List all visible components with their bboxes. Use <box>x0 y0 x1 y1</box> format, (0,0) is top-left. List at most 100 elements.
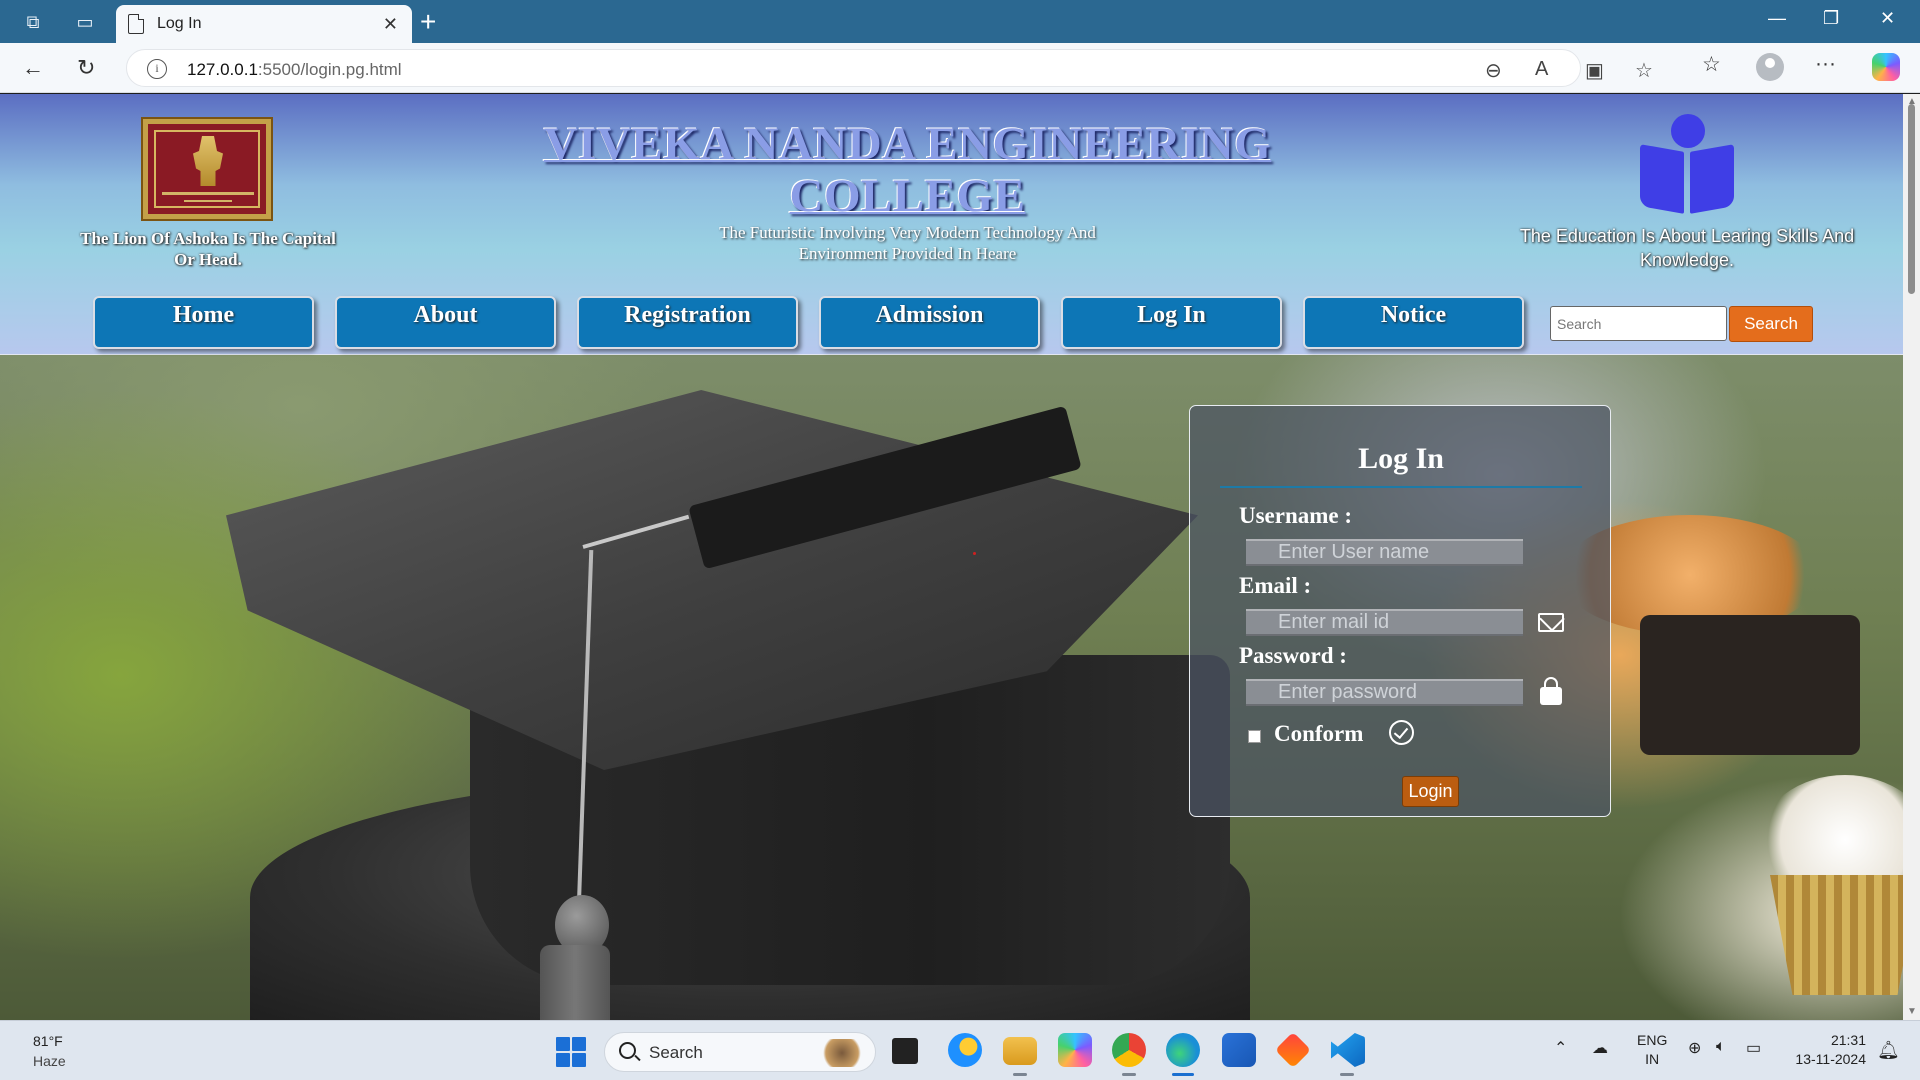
read-aloud-icon[interactable]: A <box>1535 58 1548 81</box>
workspaces-icon[interactable]: ⧉ <box>20 9 46 35</box>
login-button[interactable]: Login <box>1402 776 1459 807</box>
url-host: 127.0.0.1 <box>187 60 258 79</box>
tab-login[interactable]: Log In ✕ <box>116 5 412 43</box>
site-search-input[interactable] <box>1550 306 1727 341</box>
conform-checkbox[interactable] <box>1248 730 1261 743</box>
nav-about[interactable]: About <box>335 296 556 349</box>
hero-background <box>0 355 1903 1020</box>
region-code: IN <box>1645 1051 1660 1067</box>
login-title: Log In <box>1358 442 1444 475</box>
login-form: Log In Username : Email : Password : Con… <box>1189 405 1611 817</box>
title-divider <box>1220 486 1582 488</box>
scroll-down-arrow-icon[interactable]: ▼ <box>1907 1006 1917 1017</box>
username-input[interactable] <box>1246 539 1523 566</box>
refresh-icon[interactable]: ↻ <box>77 55 95 81</box>
ashoka-emblem-logo <box>143 119 271 219</box>
windows-taskbar: 81°F Haze Search ⌃ ☁ ENG IN ⊕ 🔈︎ ▭ 21:31… <box>0 1020 1920 1080</box>
tab-actions-icon[interactable]: ▭ <box>72 9 98 35</box>
page-scrollbar[interactable]: ▲ ▼ <box>1903 94 1920 1020</box>
language-indicator[interactable]: ENG IN <box>1637 1031 1667 1069</box>
tassel-fringe <box>540 945 610 1020</box>
system-clock[interactable]: 21:31 13-11-2024 <box>1786 1031 1866 1069</box>
page-icon <box>128 14 144 34</box>
copilot-app-icon[interactable] <box>1058 1033 1092 1067</box>
restore-icon[interactable]: ❐ <box>1823 8 1839 29</box>
chrome-icon[interactable] <box>1112 1033 1146 1067</box>
close-window-icon[interactable]: ✕ <box>1880 8 1895 29</box>
lock-icon <box>1540 677 1562 705</box>
favorites-icon[interactable]: ☆ <box>1702 52 1721 77</box>
url-path: :5500/login.pg.html <box>257 60 402 79</box>
cupcake-liner <box>1770 875 1903 995</box>
notification-bell-icon[interactable]: 🔔︎ <box>1877 1040 1900 1061</box>
clock-time: 21:31 <box>1830 1032 1866 1048</box>
college-title: VIVEKA NANDA ENGINEERING COLLEGE <box>543 118 1272 222</box>
favorite-star-icon[interactable]: ☆ <box>1635 58 1653 83</box>
search-highlight-icon <box>819 1039 865 1067</box>
education-book-logo <box>1638 114 1736 214</box>
email-input[interactable] <box>1246 609 1523 636</box>
edge-icon[interactable] <box>1166 1033 1200 1067</box>
nav-login[interactable]: Log In <box>1061 296 1282 349</box>
close-tab-icon[interactable]: ✕ <box>383 14 398 35</box>
nav-registration[interactable]: Registration <box>577 296 798 349</box>
envelope-icon <box>1538 613 1564 632</box>
cursor-dot <box>973 552 976 555</box>
immersive-reader-icon[interactable]: ▣ <box>1585 58 1604 83</box>
cup-decoration <box>1640 615 1860 755</box>
browser-tab-bar: ⧉ ▭ Log In ✕ + — ❐ ✕ <box>0 0 1920 43</box>
check-circle-icon <box>1389 720 1414 745</box>
onedrive-cloud-icon[interactable]: ☁ <box>1592 1038 1608 1058</box>
weather-widget[interactable]: 81°F Haze <box>33 1031 66 1071</box>
taskbar-search[interactable]: Search <box>604 1032 876 1072</box>
url-field[interactable]: i 127.0.0.1:5500/login.pg.html ⊖ A ▣ ☆ <box>126 49 1653 87</box>
site-info-icon[interactable]: i <box>147 59 167 79</box>
emblem-caption: The Lion Of Ashoka Is The Capital Or Hea… <box>80 229 336 269</box>
edge-active-indicator <box>1172 1073 1194 1076</box>
battery-icon[interactable]: ▭ <box>1746 1038 1761 1058</box>
temperature: 81°F <box>33 1033 63 1049</box>
more-options-icon[interactable]: ··· <box>1815 52 1836 76</box>
volume-icon[interactable]: 🔈︎ <box>1716 1038 1726 1056</box>
profile-avatar[interactable] <box>1756 53 1784 81</box>
nav-home[interactable]: Home <box>93 296 314 349</box>
chevron-up-icon[interactable]: ⌃ <box>1554 1038 1567 1058</box>
language-code: ENG <box>1637 1032 1668 1048</box>
file-explorer-icon[interactable] <box>1003 1037 1037 1065</box>
task-view-icon[interactable] <box>892 1038 918 1064</box>
store-icon[interactable] <box>1222 1033 1256 1067</box>
clock-date: 13-11-2024 <box>1795 1051 1866 1067</box>
windows-start-icon[interactable] <box>556 1037 586 1067</box>
chrome-running-indicator <box>1122 1073 1136 1076</box>
git-app-icon[interactable] <box>1274 1031 1312 1069</box>
page-viewport: The Lion Of Ashoka Is The Capital Or Hea… <box>0 94 1903 1020</box>
explorer-running-indicator <box>1013 1073 1027 1076</box>
new-tab-button[interactable]: + <box>420 6 436 38</box>
weather-condition: Haze <box>33 1053 66 1069</box>
nav-admission[interactable]: Admission <box>819 296 1040 349</box>
education-caption: The Education Is About Learing Skills An… <box>1519 226 1855 270</box>
email-label: Email : <box>1239 573 1312 598</box>
zoom-out-icon[interactable]: ⊖ <box>1485 58 1502 83</box>
tab-title: Log In <box>157 15 202 32</box>
copilot-icon[interactable] <box>1872 53 1900 81</box>
url-text[interactable]: 127.0.0.1:5500/login.pg.html <box>187 60 402 80</box>
college-subtitle: The Futuristic Involving Very Modern Tec… <box>719 223 1096 263</box>
search-icon <box>619 1042 636 1059</box>
password-label: Password : <box>1239 643 1347 668</box>
taskbar-search-label: Search <box>649 1043 703 1062</box>
weather-app-icon[interactable] <box>948 1033 982 1067</box>
address-bar-row: ← ↻ i 127.0.0.1:5500/login.pg.html ⊖ A ▣… <box>0 43 1920 93</box>
scroll-thumb[interactable] <box>1908 104 1915 294</box>
vscode-icon[interactable] <box>1331 1033 1365 1067</box>
site-header: The Lion Of Ashoka Is The Capital Or Hea… <box>0 94 1903 355</box>
back-arrow-icon[interactable]: ← <box>22 55 44 81</box>
site-search-button[interactable]: Search <box>1729 306 1813 342</box>
username-label: Username : <box>1239 503 1353 528</box>
vscode-running-indicator <box>1340 1073 1354 1076</box>
network-globe-icon[interactable]: ⊕ <box>1688 1038 1701 1058</box>
password-input[interactable] <box>1246 679 1523 706</box>
minimize-icon[interactable]: — <box>1768 8 1786 29</box>
conform-label: Conform <box>1274 721 1364 746</box>
nav-notice[interactable]: Notice <box>1303 296 1524 349</box>
